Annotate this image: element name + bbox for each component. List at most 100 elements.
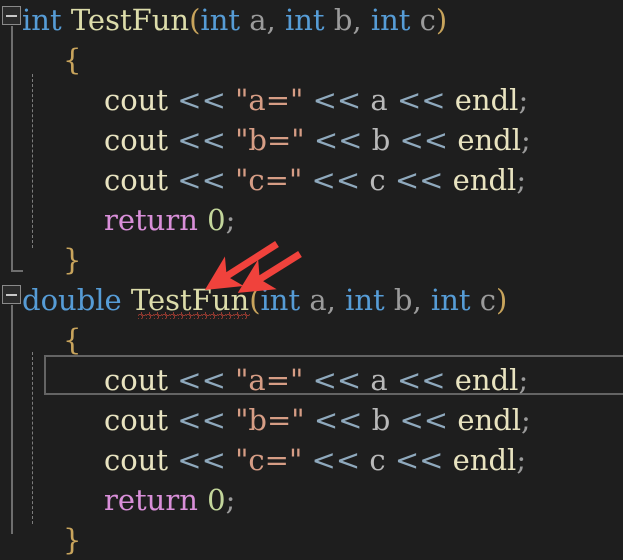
token: <<	[177, 443, 226, 477]
code-line-5[interactable]: cout << "c=" << c << endl;	[0, 160, 623, 200]
token: return	[104, 483, 198, 517]
code-line-6[interactable]: return 0;	[0, 200, 623, 240]
token: <<	[311, 443, 361, 477]
token: cout	[104, 403, 169, 437]
code-line-8[interactable]: double TestFun(int a, int b, int c)	[0, 280, 623, 320]
code-line-4[interactable]: cout << "b=" << b << endl;	[0, 120, 623, 160]
token: int	[200, 3, 241, 37]
code-line-3[interactable]: cout << "a=" << a << endl;	[0, 80, 623, 120]
token: <<	[394, 443, 444, 477]
token: <<	[313, 123, 363, 157]
code-line-text: }	[63, 240, 81, 280]
error-squiggle-underline	[138, 312, 250, 319]
code-line-text: cout << "a=" << a << endl;	[104, 360, 528, 400]
token: ,	[326, 283, 346, 317]
token: <<	[177, 83, 226, 117]
token: cout	[104, 123, 169, 157]
code-line-7[interactable]: }	[0, 240, 623, 280]
token: endl	[457, 123, 521, 157]
token: <<	[177, 363, 226, 397]
token: c	[479, 283, 496, 317]
token: c	[369, 443, 386, 477]
token: ;	[518, 83, 529, 117]
token: (	[189, 3, 201, 37]
code-line-14[interactable]: }	[0, 520, 623, 560]
token: cout	[104, 163, 169, 197]
token: (	[249, 283, 261, 317]
token: endl	[452, 163, 517, 197]
token: c	[419, 3, 436, 37]
code-line-text: return 0;	[104, 200, 235, 240]
code-line-text: cout << "a=" << a << endl;	[104, 80, 528, 120]
token: cout	[104, 363, 169, 397]
token: int	[284, 3, 325, 37]
token: <<	[313, 403, 363, 437]
token: "a="	[235, 83, 304, 117]
code-line-11[interactable]: cout << "b=" << b << endl;	[0, 400, 623, 440]
token: <<	[311, 163, 361, 197]
token: ;	[516, 443, 527, 477]
token: <<	[177, 163, 226, 197]
code-line-13[interactable]: return 0;	[0, 480, 623, 520]
code-line-9[interactable]: {	[0, 320, 623, 360]
token: "b="	[235, 403, 305, 437]
token: int	[430, 283, 471, 317]
token: int	[22, 3, 62, 37]
code-line-text: cout << "b=" << b << endl;	[104, 400, 531, 440]
token: double	[22, 283, 122, 317]
token: int	[260, 283, 301, 317]
code-line-10[interactable]: cout << "a=" << a << endl;	[0, 360, 623, 400]
code-line-text: double TestFun(int a, int b, int c)	[22, 280, 507, 320]
token: a	[249, 3, 267, 37]
code-line-1[interactable]: int TestFun(int a, int b, int c)	[0, 0, 623, 40]
token: TestFun	[70, 3, 190, 37]
token: endl	[457, 403, 521, 437]
token: endl	[454, 363, 519, 397]
code-editor-surface[interactable]: int TestFun(int a, int b, int c){cout <<…	[0, 0, 623, 557]
token: <<	[396, 83, 446, 117]
token: <<	[399, 403, 449, 437]
token: <<	[394, 163, 444, 197]
token: int	[345, 283, 385, 317]
token: <<	[312, 83, 362, 117]
token: c	[369, 163, 386, 197]
token: <<	[312, 363, 362, 397]
code-line-2[interactable]: {	[0, 40, 623, 80]
token: <<	[177, 123, 226, 157]
token: 0	[207, 483, 226, 517]
token: "c="	[235, 163, 303, 197]
code-line-12[interactable]: cout << "c=" << c << endl;	[0, 440, 623, 480]
token: ;	[516, 163, 527, 197]
token: a	[370, 83, 388, 117]
token: }	[63, 243, 82, 277]
token: 0	[207, 203, 226, 237]
token: cout	[104, 443, 169, 477]
token: int	[370, 3, 411, 37]
token: ;	[518, 363, 529, 397]
